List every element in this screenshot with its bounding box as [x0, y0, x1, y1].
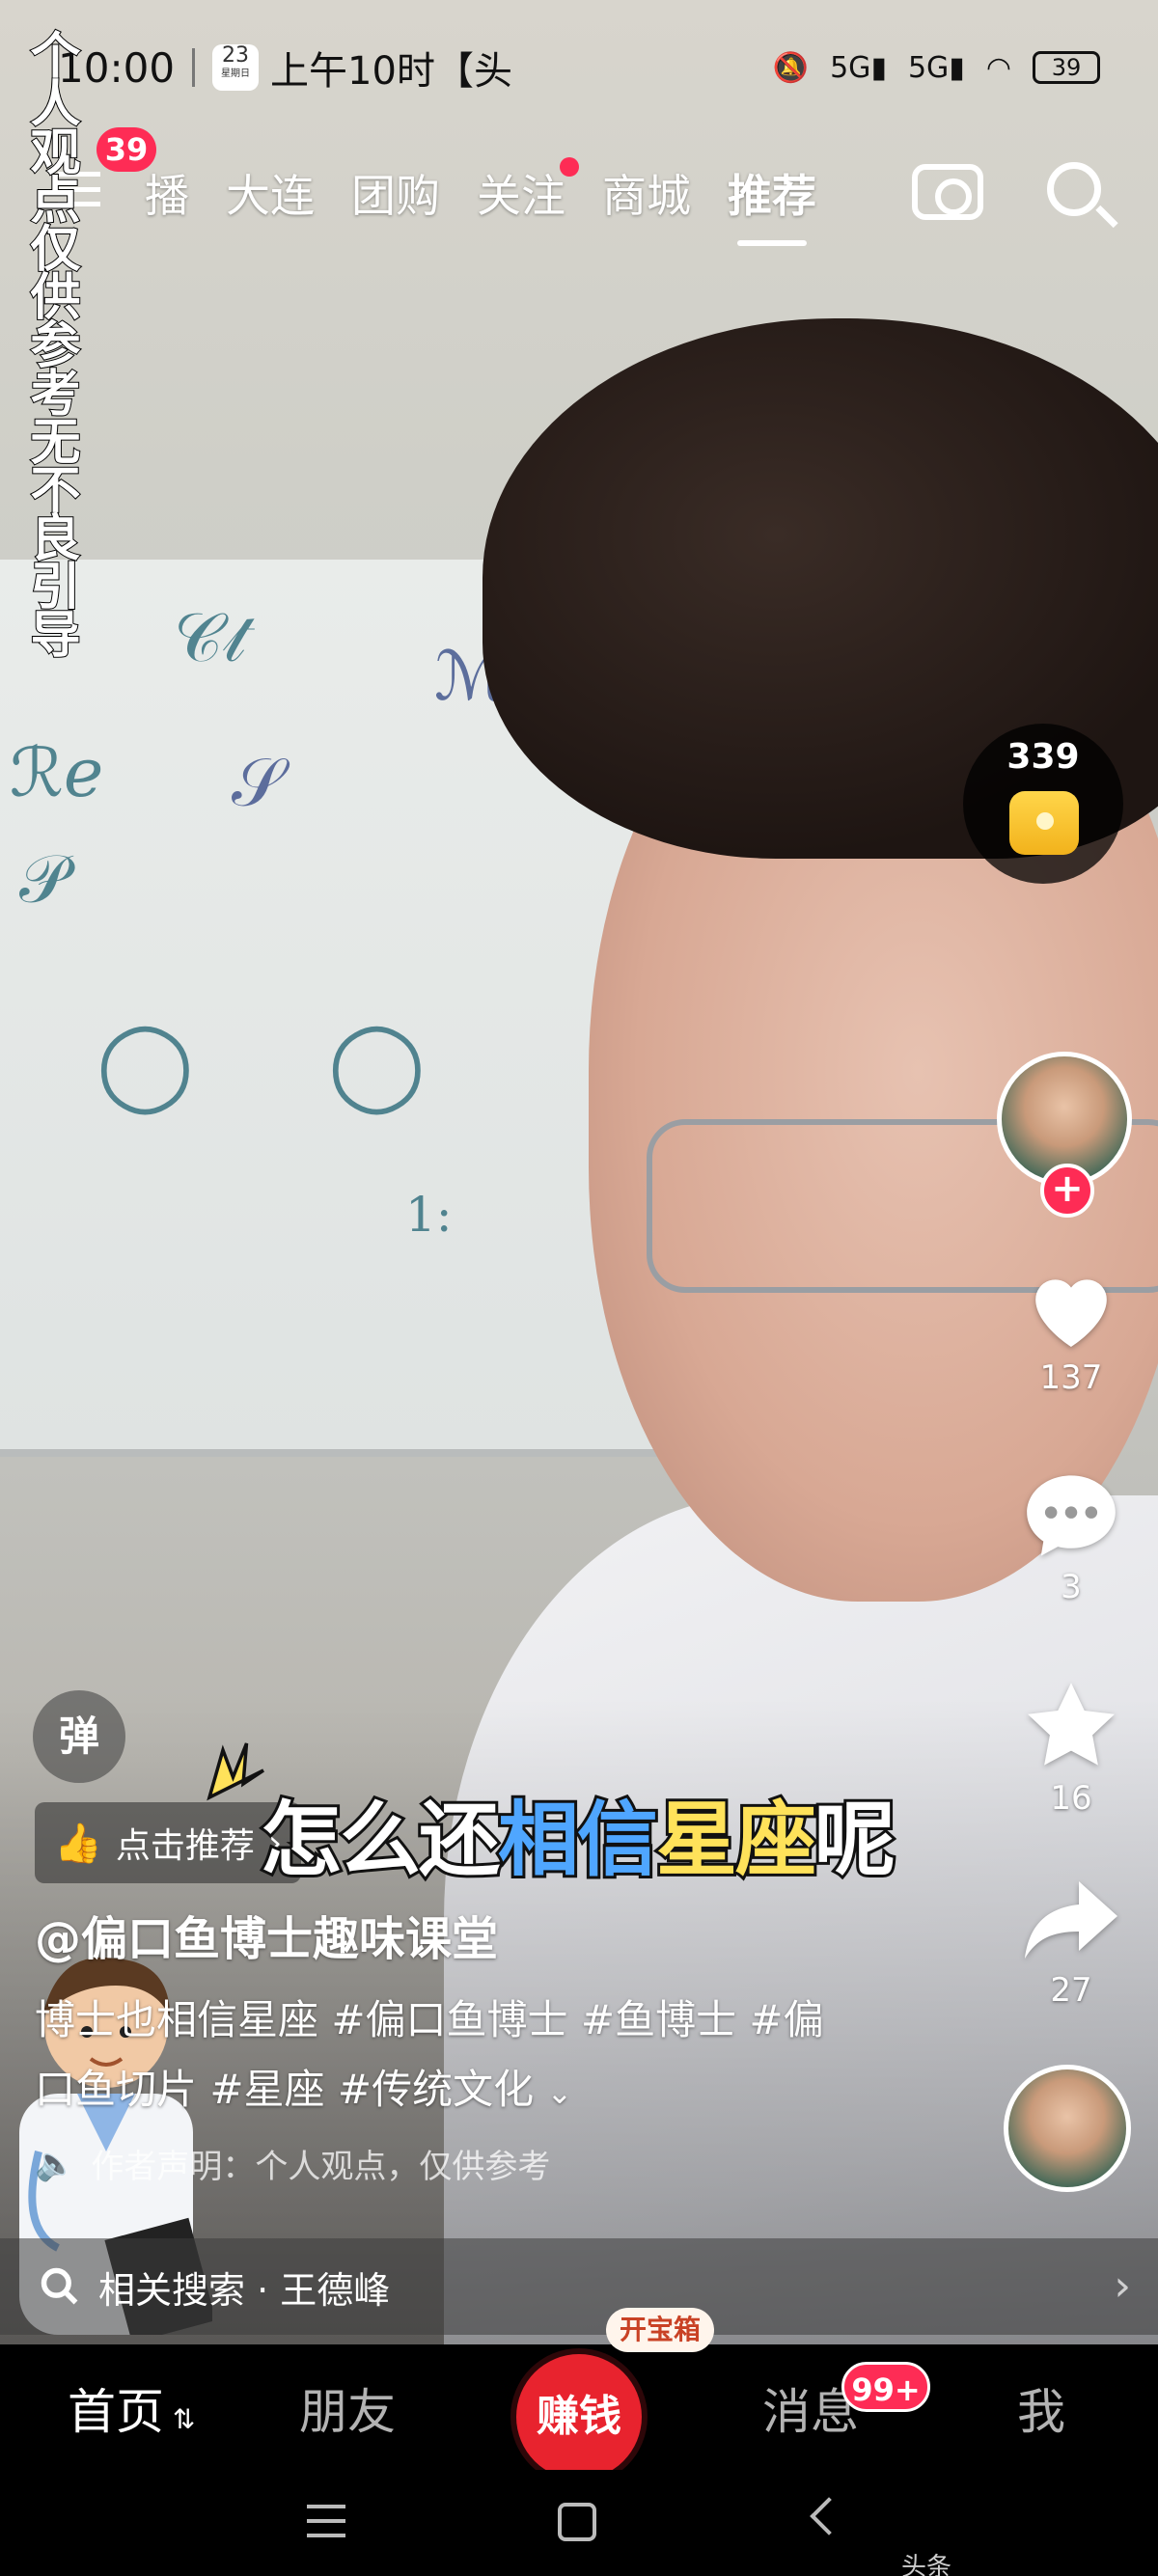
heart-icon [1004, 1264, 1139, 1355]
video-subtitle: 怎么还相信星座呢 [258, 1790, 898, 1890]
tab-following[interactable]: 关注 [477, 157, 579, 225]
related-search-label: 相关搜索 · 王德峰 [98, 2268, 391, 2312]
open-treasure-tag: 开宝箱 [606, 2308, 715, 2352]
comment-button[interactable]: 3 [1004, 1471, 1139, 1606]
tab-mall[interactable]: 商城 [602, 161, 691, 225]
author-name[interactable]: @偏口鱼博士趣味课堂 [35, 1901, 498, 1968]
battery-indicator: 39 [1033, 51, 1100, 84]
like-button[interactable]: 137 [1004, 1264, 1139, 1397]
tab-recommend[interactable]: 推荐 [728, 161, 816, 246]
declaration-text: 作者声明：个人观点，仅供参考 [91, 2148, 551, 2186]
thumbs-up-icon: 👍 [54, 1821, 102, 1866]
danmaku-toggle[interactable]: 弹 [33, 1690, 125, 1783]
favorite-button[interactable]: 16 [1004, 1679, 1139, 1818]
music-disc-avatar[interactable] [1004, 2065, 1131, 2192]
chest-icon [1009, 791, 1079, 855]
top-nav: 39 播 大连 团购 关注 商城 推荐 [0, 127, 1158, 246]
share-arrow-icon [1004, 1877, 1139, 1967]
tab-me[interactable]: 我 [1017, 2373, 1065, 2443]
tab-home[interactable]: 首页 ⇅ [68, 2373, 195, 2443]
tab-local[interactable]: 大连 [226, 161, 315, 225]
comment-icon [1004, 1471, 1139, 1564]
share-count: 27 [1050, 1971, 1092, 2010]
share-button[interactable]: 27 [1004, 1877, 1139, 2010]
disclaimer-overlay: 个人观点仅供参考无不良引导 [20, 28, 80, 657]
notification-preview: 上午10时【头 [270, 49, 512, 94]
tab-friends[interactable]: 朋友 [299, 2373, 396, 2443]
refresh-arrows-icon: ⇅ [164, 2403, 196, 2435]
system-tag: 头条 [901, 2553, 952, 2576]
post-description[interactable]: 博士也相信星座 #偏口鱼博士 #鱼博士 #偏 口鱼切片 #星座 #传统文化 ⌄ [35, 1986, 884, 2127]
search-icon[interactable] [1047, 162, 1101, 216]
like-count: 137 [1039, 1358, 1103, 1397]
chevron-right-icon: › [1114, 2261, 1131, 2311]
status-bar: 10:00 23 星期日 上午10时【头 🔕 5G▮ 5G▮ ◠ 39 [58, 39, 1100, 96]
favorite-count: 16 [1050, 1779, 1092, 1818]
signal-icon-2: 5G▮ [907, 50, 965, 85]
recent-apps-icon[interactable] [307, 2505, 345, 2537]
new-dot [560, 157, 579, 177]
recommend-label: 点击推荐 [115, 1826, 255, 1866]
expand-chevron-icon[interactable]: ⌄ [546, 2074, 572, 2111]
star-icon [1004, 1679, 1139, 1775]
author-declaration: 🔈 作者声明：个人观点，仅供参考 [35, 2140, 550, 2187]
treasure-chest-widget[interactable]: 339 [963, 724, 1123, 884]
calendar-icon: 23 星期日 [212, 44, 260, 91]
home-icon[interactable] [558, 2503, 596, 2541]
wifi-icon: ◠ [985, 50, 1011, 85]
follow-button[interactable]: + [1040, 1164, 1094, 1218]
treasure-count: 339 [1006, 737, 1080, 777]
speaker-icon: 🔈 [35, 2144, 76, 2183]
system-nav-bar [0, 2470, 1158, 2576]
camera-icon[interactable] [912, 164, 983, 220]
mute-icon: 🔕 [772, 50, 810, 85]
back-icon[interactable] [810, 2497, 848, 2535]
messages-badge: 99+ [841, 2362, 930, 2412]
search-icon [41, 2267, 78, 2305]
tab-live[interactable]: 播 [145, 161, 189, 225]
earn-button[interactable]: 赚钱 [516, 2354, 642, 2480]
tab-group-buy[interactable]: 团购 [351, 161, 440, 225]
comment-count: 3 [1061, 1568, 1082, 1606]
related-search-bar[interactable]: 相关搜索 · 王德峰 › [0, 2238, 1158, 2335]
signal-icon: 5G▮ [830, 50, 887, 85]
